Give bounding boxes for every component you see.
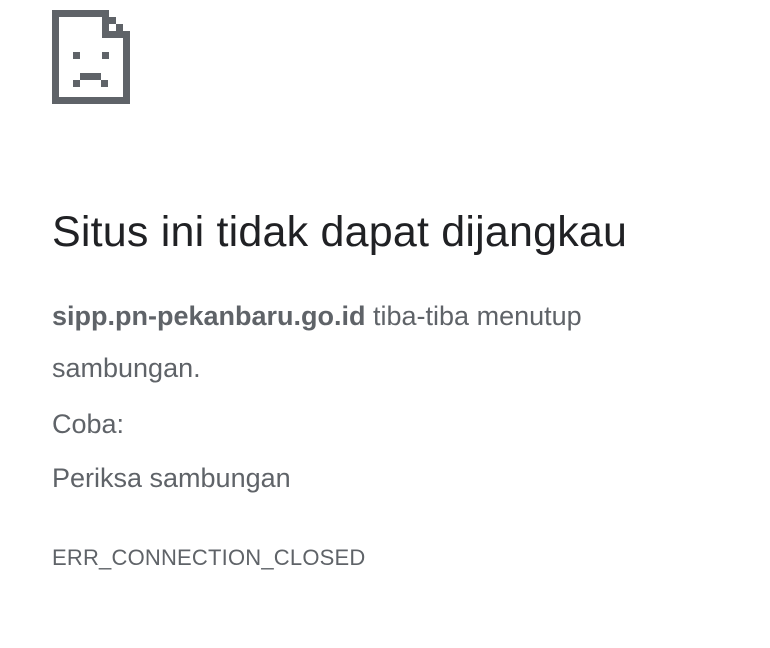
page-title: Situs ini tidak dapat dijangkau [52,208,628,256]
error-page: Situs ini tidak dapat dijangkau sipp.pn-… [52,10,752,572]
error-host: sipp.pn-pekanbaru.go.id [52,301,366,331]
suggestion-check-connection: Periksa sambungan [52,463,291,493]
try-label: Coba: [52,409,125,439]
error-message: sipp.pn-pekanbaru.go.id tiba-tiba menutu… [52,290,692,394]
error-code: ERR_CONNECTION_CLOSED [52,545,366,570]
sad-page-icon [52,10,130,104]
